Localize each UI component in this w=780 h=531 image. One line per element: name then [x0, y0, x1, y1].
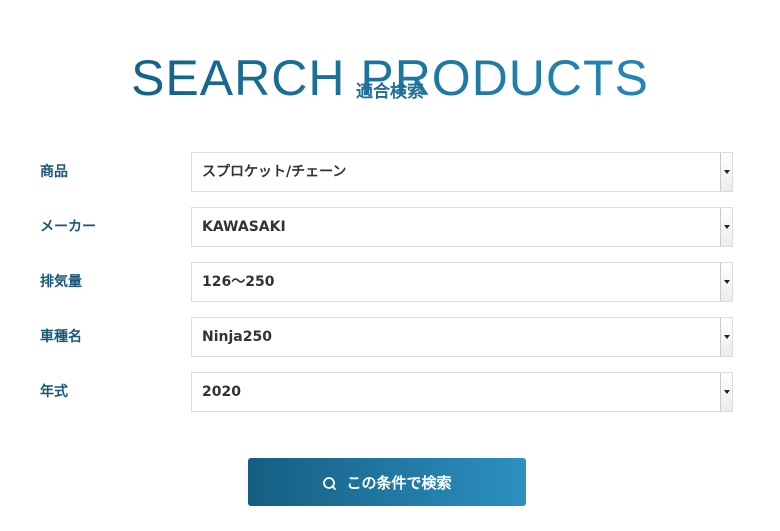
field-row-model: 車種名 Ninja250	[0, 317, 780, 357]
field-label-product: 商品	[40, 164, 68, 180]
dropdown-arrow-icon[interactable]	[720, 208, 732, 246]
field-label-maker: メーカー	[40, 219, 96, 235]
page-subtitle: 適合検索	[356, 82, 424, 102]
year-select[interactable]: 2020	[191, 372, 733, 412]
displacement-select[interactable]: 126〜250	[191, 262, 733, 302]
dropdown-arrow-icon[interactable]	[720, 318, 732, 356]
search-page: SEARCH PRODUCTS 適合検索 商品 スプロケット/チェーン メーカー…	[0, 0, 780, 531]
search-submit-button[interactable]: この条件で検索	[248, 458, 526, 506]
dropdown-arrow-icon[interactable]	[720, 373, 732, 411]
field-row-product: 商品 スプロケット/チェーン	[0, 152, 780, 192]
year-select-value: 2020	[202, 384, 241, 400]
field-label-model: 車種名	[40, 329, 82, 345]
model-select-value: Ninja250	[202, 329, 272, 345]
model-select[interactable]: Ninja250	[191, 317, 733, 357]
dropdown-arrow-icon[interactable]	[720, 263, 732, 301]
product-select-value: スプロケット/チェーン	[202, 164, 347, 180]
search-button-label: この条件で検索	[346, 473, 452, 492]
field-row-displacement: 排気量 126〜250	[0, 262, 780, 302]
displacement-select-value: 126〜250	[202, 274, 275, 290]
field-row-maker: メーカー KAWASAKI	[0, 207, 780, 247]
field-label-displacement: 排気量	[40, 274, 82, 290]
product-select[interactable]: スプロケット/チェーン	[191, 152, 733, 192]
dropdown-arrow-icon[interactable]	[720, 153, 732, 191]
field-label-year: 年式	[40, 384, 68, 400]
search-icon	[322, 476, 338, 492]
maker-select-value: KAWASAKI	[202, 219, 286, 235]
field-row-year: 年式 2020	[0, 372, 780, 412]
maker-select[interactable]: KAWASAKI	[191, 207, 733, 247]
